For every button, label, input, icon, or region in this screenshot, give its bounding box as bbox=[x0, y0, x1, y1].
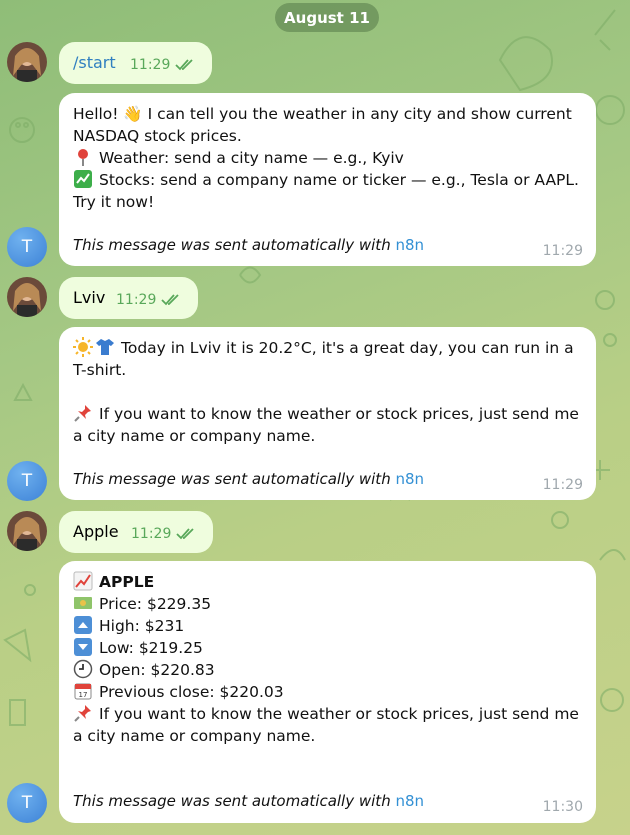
auto-sent-footer: This message was sent automatically with… bbox=[73, 792, 424, 810]
bot-avatar[interactable]: T bbox=[7, 461, 47, 501]
message-line: If you want to know the weather or stock… bbox=[73, 405, 579, 445]
footer-text: This message was sent automatically with bbox=[73, 792, 396, 810]
stock-title: APPLE bbox=[99, 573, 155, 591]
clock-icon bbox=[73, 659, 93, 679]
message-line-hint: If you want to know the weather or stock… bbox=[73, 703, 584, 747]
date-separator: August 11 bbox=[275, 3, 379, 32]
arrow-down-icon bbox=[73, 637, 93, 657]
outgoing-message[interactable]: /start 11:29 bbox=[59, 42, 212, 84]
message-time: 11:29 bbox=[542, 243, 583, 259]
message-line-weather-report: Today in Lviv it is 20.2°C, it's a great… bbox=[73, 337, 584, 381]
message-meta: 11:29 bbox=[131, 526, 196, 542]
calendar-icon: 17 bbox=[73, 681, 93, 701]
auto-sent-footer: This message was sent automatically with… bbox=[73, 470, 424, 488]
incoming-message[interactable]: APPLE Price: $229.35 High: $231 Low: $21… bbox=[59, 561, 596, 823]
t-shirt-icon bbox=[95, 337, 115, 357]
message-time: 11:29 bbox=[131, 526, 172, 542]
sun-icon bbox=[73, 337, 93, 357]
arrow-up-icon bbox=[73, 615, 93, 635]
low-line: Low: $219.25 bbox=[73, 637, 584, 659]
message-line: Hello! 👋 I can tell you the weather in a… bbox=[73, 105, 572, 145]
message-meta: 11:29 bbox=[130, 57, 195, 73]
message-meta: 11:29 bbox=[116, 292, 181, 308]
message-line: Today in Lviv it is 20.2°C, it's a great… bbox=[73, 339, 574, 379]
incoming-message[interactable]: Hello! 👋 I can tell you the weather in a… bbox=[59, 93, 596, 266]
user-photo bbox=[7, 511, 47, 551]
user-photo bbox=[7, 42, 47, 82]
message-text[interactable]: Lviv bbox=[73, 288, 105, 307]
stock-title-line: APPLE bbox=[73, 571, 584, 593]
message-time: 11:29 bbox=[542, 477, 583, 493]
n8n-link[interactable]: n8n bbox=[395, 470, 424, 488]
svg-text:17: 17 bbox=[79, 691, 88, 699]
pin-icon bbox=[73, 147, 93, 167]
message-text-command[interactable]: /start bbox=[73, 53, 116, 72]
bot-avatar[interactable]: T bbox=[7, 783, 47, 823]
double-check-icon bbox=[161, 294, 179, 306]
message-line: Try it now! bbox=[73, 193, 155, 211]
pushpin-icon bbox=[73, 403, 93, 423]
previous-close-line: 17 Previous close: $220.03 bbox=[73, 681, 584, 703]
message-line-hint: If you want to know the weather or stock… bbox=[73, 403, 584, 447]
message-line: Open: $220.83 bbox=[99, 661, 215, 679]
message-time: 11:30 bbox=[542, 799, 583, 815]
footer-text: This message was sent automatically with bbox=[73, 470, 396, 488]
outgoing-message[interactable]: Apple 11:29 bbox=[59, 511, 213, 553]
message-line: Previous close: $220.03 bbox=[99, 683, 284, 701]
message-time: 11:29 bbox=[116, 292, 157, 308]
high-line: High: $231 bbox=[73, 615, 584, 637]
double-check-icon bbox=[176, 528, 194, 540]
message-line: Low: $219.25 bbox=[99, 639, 203, 657]
user-photo bbox=[7, 277, 47, 317]
n8n-link[interactable]: n8n bbox=[395, 236, 424, 254]
message-line-weather: Weather: send a city name — e.g., Kyiv bbox=[73, 147, 584, 169]
open-line: Open: $220.83 bbox=[73, 659, 584, 681]
message-text[interactable]: Apple bbox=[73, 522, 119, 541]
chart-up-icon bbox=[73, 571, 93, 591]
chart-exchange-icon bbox=[73, 169, 93, 189]
message-time: 11:29 bbox=[130, 57, 171, 73]
pushpin-icon bbox=[73, 703, 93, 723]
footer-text: This message was sent automatically with bbox=[73, 236, 396, 254]
incoming-message[interactable]: Today in Lviv it is 20.2°C, it's a great… bbox=[59, 327, 596, 500]
user-avatar[interactable] bbox=[7, 277, 47, 317]
message-line: If you want to know the weather or stock… bbox=[73, 705, 579, 745]
message-line: Weather: send a city name — e.g., Kyiv bbox=[99, 149, 404, 167]
user-avatar[interactable] bbox=[7, 511, 47, 551]
price-line: Price: $229.35 bbox=[73, 593, 584, 615]
message-line: Stocks: send a company name or ticker — … bbox=[99, 171, 579, 189]
outgoing-message[interactable]: Lviv 11:29 bbox=[59, 277, 198, 319]
bot-avatar[interactable]: T bbox=[7, 227, 47, 267]
message-line: Price: $229.35 bbox=[99, 595, 212, 613]
auto-sent-footer: This message was sent automatically with… bbox=[73, 236, 424, 254]
user-avatar[interactable] bbox=[7, 42, 47, 82]
message-line: High: $231 bbox=[99, 617, 185, 635]
double-check-icon bbox=[175, 59, 193, 71]
money-icon bbox=[73, 593, 93, 613]
message-line-stocks: Stocks: send a company name or ticker — … bbox=[73, 169, 584, 191]
n8n-link[interactable]: n8n bbox=[395, 792, 424, 810]
